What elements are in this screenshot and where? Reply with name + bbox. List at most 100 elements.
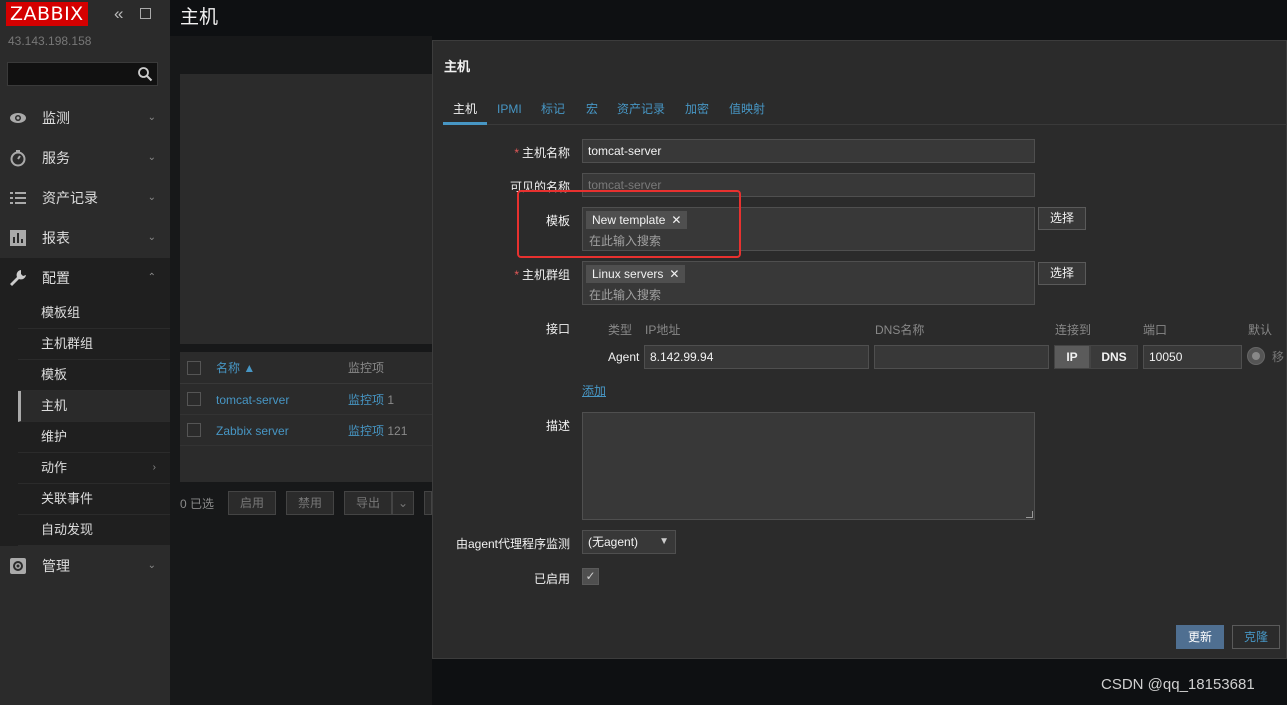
- tab-ipmi[interactable]: IPMI: [497, 101, 522, 117]
- export-button[interactable]: 导出: [344, 491, 392, 515]
- chip-label: Linux servers: [592, 267, 664, 281]
- export-dropdown-chevron-icon[interactable]: ⌄: [392, 491, 414, 515]
- host-name-input[interactable]: tomcat-server: [582, 139, 1035, 163]
- iface-port-input[interactable]: 10050: [1143, 345, 1242, 369]
- tab-macros[interactable]: 宏: [586, 101, 598, 117]
- row-checkbox[interactable]: [187, 392, 201, 406]
- table-header: 名称 ▲ 监控项: [180, 352, 432, 384]
- chevron-down-icon: ⌄: [147, 192, 156, 203]
- connect-dns-toggle[interactable]: DNS: [1090, 345, 1138, 369]
- chevron-right-icon: ›: [152, 462, 156, 473]
- menu-item-monitoring[interactable]: 监测 ⌄: [0, 98, 170, 138]
- chevron-up-icon: ⌃: [147, 272, 156, 283]
- bar-chart-icon: [10, 230, 26, 246]
- select-all-checkbox[interactable]: [187, 361, 201, 375]
- chevron-down-icon: ⌄: [147, 560, 156, 571]
- sidebar-search-input[interactable]: [7, 62, 158, 86]
- submenu-item-template-groups[interactable]: 模板组: [18, 298, 170, 329]
- select-templates-button[interactable]: 选择: [1038, 207, 1086, 230]
- menu-label: 监测: [42, 110, 70, 126]
- tab-value-mapping[interactable]: 值映射: [729, 101, 765, 117]
- menu-label: 报表: [42, 230, 70, 246]
- chevron-down-icon: ⌄: [147, 152, 156, 163]
- proxy-label: 由agent代理程序监测: [455, 537, 570, 551]
- update-button[interactable]: 更新: [1176, 625, 1224, 649]
- submenu-label: 动作: [41, 460, 68, 475]
- wrench-icon: [10, 270, 26, 286]
- proxy-select[interactable]: (无agent) ▼: [582, 530, 676, 554]
- logo-row: ZABBIX «: [6, 2, 166, 28]
- menu-item-configuration[interactable]: 配置 ⌃: [0, 258, 170, 298]
- groups-search-placeholder[interactable]: 在此输入搜索: [589, 286, 661, 303]
- enabled-checkbox[interactable]: ✓: [582, 568, 599, 585]
- required-marker: *: [514, 146, 519, 160]
- search-icon[interactable]: [137, 66, 153, 82]
- host-name-link[interactable]: Zabbix server: [216, 423, 289, 439]
- enabled-label: 已启用: [533, 572, 570, 586]
- iface-header-type: 类型: [608, 323, 633, 337]
- label-text: 主机群组: [521, 268, 570, 282]
- zabbix-logo[interactable]: ZABBIX: [6, 2, 88, 26]
- resize-handle-icon[interactable]: [1026, 511, 1033, 518]
- tab-encryption[interactable]: 加密: [685, 101, 709, 117]
- chevron-down-icon: ▼: [659, 536, 669, 547]
- description-textarea[interactable]: [582, 412, 1035, 520]
- tab-tags[interactable]: 标记: [541, 101, 565, 117]
- clone-button[interactable]: 克隆: [1232, 625, 1280, 649]
- submenu-item-hosts[interactable]: 主机: [18, 391, 170, 422]
- more-action-button[interactable]: [424, 491, 432, 515]
- host-groups-multiselect[interactable]: Linux servers ✕ 在此输入搜索: [582, 261, 1035, 305]
- main-menu: 监测 ⌄ 服务 ⌄ 资产记录 ⌄ 报表 ⌄ 配置 ⌃ 模板组 主机群组 模板 主…: [0, 98, 170, 586]
- annotation-highlight-box: [517, 190, 741, 258]
- menu-item-reports[interactable]: 报表 ⌄: [0, 218, 170, 258]
- tab-inventory[interactable]: 资产记录: [617, 101, 665, 117]
- submenu-item-event-correlation[interactable]: 关联事件: [18, 484, 170, 515]
- iface-dns-input[interactable]: [874, 345, 1049, 369]
- menu-item-administration[interactable]: 管理 ⌄: [0, 546, 170, 586]
- menu-label: 服务: [42, 150, 70, 166]
- submenu-item-discovery[interactable]: 自动发现: [18, 515, 170, 546]
- remove-interface-link[interactable]: 移: [1272, 349, 1284, 365]
- menu-label: 管理: [42, 558, 70, 574]
- server-ip: 43.143.198.158: [8, 34, 92, 48]
- column-header-items: 监控项: [348, 361, 385, 375]
- select-groups-button[interactable]: 选择: [1038, 262, 1086, 285]
- submenu-item-actions[interactable]: 动作 ›: [18, 453, 170, 484]
- collapse-sidebar-icon[interactable]: «: [114, 5, 123, 23]
- submenu-item-templates[interactable]: 模板: [18, 360, 170, 391]
- host-name-link[interactable]: tomcat-server: [216, 392, 289, 408]
- tab-host[interactable]: 主机: [453, 101, 477, 117]
- items-cell: 监控项 1: [348, 392, 394, 408]
- iface-header-port: 端口: [1143, 323, 1168, 337]
- iface-header-default: 默认: [1248, 323, 1273, 337]
- group-chip: Linux servers ✕: [586, 265, 686, 283]
- dialog-tabs: 主机 IPMI 标记 宏 资产记录 加密 值映射: [443, 98, 1287, 125]
- row-checkbox[interactable]: [187, 423, 201, 437]
- column-header-name[interactable]: 名称 ▲: [216, 360, 255, 376]
- dialog-title: 主机: [444, 59, 471, 74]
- add-interface-link[interactable]: 添加: [582, 383, 606, 399]
- disable-button[interactable]: 禁用: [286, 491, 334, 515]
- enable-button[interactable]: 启用: [228, 491, 276, 515]
- menu-label: 配置: [42, 270, 70, 286]
- proxy-selected-value: (无agent): [588, 535, 639, 549]
- submenu-item-host-groups[interactable]: 主机群组: [18, 329, 170, 360]
- checkmark-icon: ✓: [585, 569, 596, 583]
- mass-action-bar: 0 已选 启用 禁用 导出 ⌄: [180, 491, 432, 515]
- items-link[interactable]: 监控项: [348, 424, 384, 438]
- submenu-item-maintenance[interactable]: 维护: [18, 422, 170, 453]
- items-cell: 监控项 121: [348, 423, 407, 439]
- connect-ip-toggle[interactable]: IP: [1054, 345, 1090, 369]
- sidebar: ZABBIX « 43.143.198.158 监测 ⌄ 服务 ⌄ 资产记录 ⌄…: [0, 0, 170, 705]
- menu-item-inventory[interactable]: 资产记录 ⌄: [0, 178, 170, 218]
- items-link[interactable]: 监控项: [348, 393, 384, 407]
- default-interface-radio[interactable]: [1247, 347, 1265, 365]
- kiosk-mode-icon[interactable]: [140, 8, 151, 19]
- table-row: Zabbix server 监控项 121: [180, 415, 432, 446]
- table-row: tomcat-server 监控项 1: [180, 384, 432, 415]
- iface-ip-input[interactable]: 8.142.99.94: [644, 345, 869, 369]
- remove-chip-icon[interactable]: ✕: [669, 267, 679, 281]
- list-icon: [10, 192, 26, 204]
- menu-item-services[interactable]: 服务 ⌄: [0, 138, 170, 178]
- required-marker: *: [514, 268, 519, 282]
